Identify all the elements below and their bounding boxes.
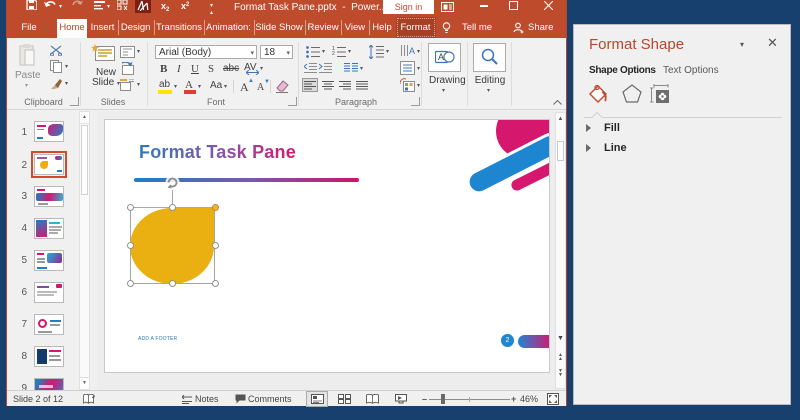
svg-text:A: A — [409, 46, 415, 56]
svg-text:A: A — [438, 52, 444, 62]
svg-text:2: 2 — [332, 51, 335, 57]
